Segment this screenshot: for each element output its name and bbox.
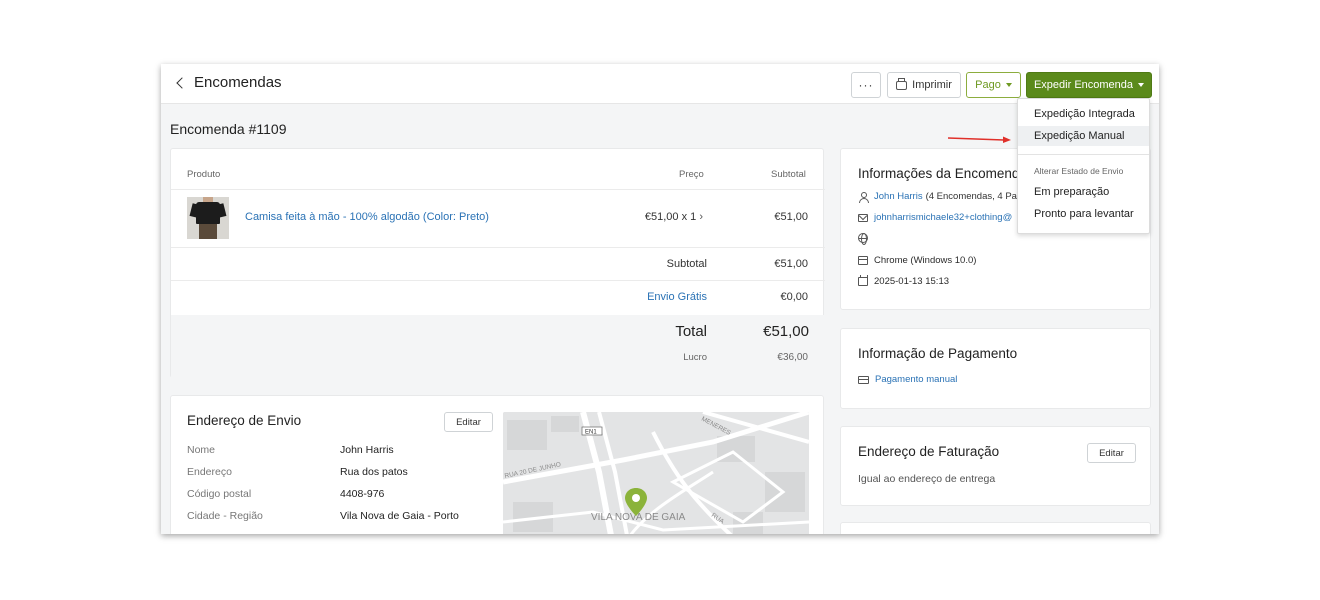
address-value: Rua dos patos	[340, 466, 408, 478]
map-road-badge: EN1	[585, 430, 597, 436]
payment-info-card: Informação de Pagamento Pagamento manual	[840, 328, 1151, 409]
caret-down-icon	[1138, 83, 1145, 87]
billing-title: Endereço de Faturação	[858, 444, 1000, 459]
printer-icon	[896, 77, 908, 90]
billing-address-card: Endereço de Faturação Editar Igual ao en…	[840, 426, 1151, 506]
edit-billing-button[interactable]: Editar	[1087, 443, 1136, 463]
order-info-title: Informações da Encomend	[858, 166, 1020, 181]
payment-method-line: Pagamento manual	[858, 374, 957, 385]
app-window: Encomendas ··· Imprimir Pago Expedir Enc…	[161, 64, 1159, 534]
payment-method-link[interactable]: Pagamento manual	[875, 374, 957, 385]
profit-label: Lucro	[683, 352, 707, 363]
user-icon	[858, 191, 869, 203]
browser-text: Chrome (Windows 10.0)	[874, 255, 977, 266]
shipping-address-title: Endereço de Envio	[187, 413, 302, 428]
price-qty-text: €51,00 x 1	[644, 211, 697, 223]
back-label: Encomendas	[194, 74, 282, 91]
customer-line: John Harris (4 Encomendas, 4 Pa	[858, 191, 1017, 203]
payment-status-dropdown[interactable]: Pago	[966, 72, 1021, 98]
edit-shipping-button[interactable]: Editar	[444, 412, 493, 432]
ship-order-label: Expedir Encomenda	[1033, 79, 1134, 91]
credit-card-icon	[858, 375, 869, 384]
map-city-label: VILA NOVA DE GAIA	[591, 512, 686, 523]
total-label: Total	[675, 323, 707, 340]
column-header-product: Produto	[187, 169, 221, 180]
address-key: Cidade - Região	[187, 510, 263, 522]
payment-info-title: Informação de Pagamento	[858, 346, 1018, 361]
customer-orders-text: (4 Encomendas, 4 Pa	[925, 191, 1017, 202]
shipping-address-card: Endereço de Envio Editar Nome John Harri…	[170, 395, 824, 534]
email-line: johnharrismichaele32+clothing@	[858, 212, 1012, 223]
address-value: John Harris	[340, 444, 394, 456]
totals-section	[171, 315, 825, 379]
caret-down-icon	[1005, 83, 1012, 87]
divider	[171, 247, 825, 248]
address-key: Código postal	[187, 488, 252, 500]
menu-item-manual-shipping[interactable]: Expedição Manual	[1018, 130, 1149, 142]
map-graphic: RUA 20 DE JUNHO MENERES EN1 VILA NOVA DE…	[503, 412, 809, 534]
address-key: Nome	[187, 444, 216, 456]
product-thumbnail[interactable]	[187, 197, 229, 239]
browser-line: Chrome (Windows 10.0)	[858, 255, 976, 266]
profit-value: €36,00	[777, 352, 808, 363]
date-line: 2025-01-13 15:13	[858, 275, 950, 287]
calendar-icon	[858, 275, 868, 286]
ship-order-button[interactable]: Expedir Encomenda	[1026, 72, 1152, 98]
menu-item-integrated-shipping[interactable]: Expedição Integrada	[1018, 108, 1149, 120]
additional-card	[840, 522, 1151, 534]
menu-section-label: Alterar Estado de Envio	[1034, 166, 1124, 176]
customer-link[interactable]: John Harris	[874, 191, 923, 202]
column-header-subtotal: Subtotal	[771, 169, 806, 180]
product-subtotal: €51,00	[774, 211, 808, 223]
subtotal-value: €51,00	[774, 258, 808, 270]
chevron-left-icon	[176, 76, 188, 89]
shipping-link[interactable]: Envio Grátis	[611, 291, 707, 303]
menu-divider	[1018, 154, 1149, 155]
ship-order-menu: Expedição Integrada Expedição Manual Alt…	[1017, 98, 1150, 234]
ip-line	[858, 233, 868, 245]
product-price-qty[interactable]: €51,00 x 1 ›	[621, 211, 703, 223]
divider	[171, 189, 825, 190]
location-map[interactable]: RUA 20 DE JUNHO MENERES EN1 VILA NOVA DE…	[503, 412, 809, 534]
page-title: Encomenda #1109	[170, 121, 287, 137]
print-button[interactable]: Imprimir	[887, 72, 961, 98]
product-link[interactable]: Camisa feita à mão - 100% algodão (Color…	[245, 211, 489, 223]
products-card: Produto Preço Subtotal Camisa feita à mã…	[170, 148, 825, 379]
divider	[171, 280, 825, 281]
menu-item-preparing[interactable]: Em preparação	[1018, 186, 1149, 198]
shipping-value: €0,00	[780, 291, 808, 303]
globe-icon	[858, 233, 868, 245]
chevron-right-icon: ›	[699, 211, 703, 223]
menu-item-ready-pickup[interactable]: Pronto para levantar	[1018, 208, 1149, 220]
more-actions-button[interactable]: ···	[851, 72, 881, 98]
print-label: Imprimir	[912, 79, 952, 91]
mail-icon	[858, 213, 868, 222]
address-value: Vila Nova de Gaia - Porto	[340, 510, 459, 522]
address-value: 4408-976	[340, 488, 385, 500]
address-key: Endereço	[187, 466, 232, 478]
annotation-arrow-icon	[948, 136, 1011, 143]
browser-icon	[858, 256, 868, 265]
email-link[interactable]: johnharrismichaele32+clothing@	[874, 212, 1012, 223]
column-header-price: Preço	[679, 169, 704, 180]
top-bar: Encomendas ··· Imprimir Pago Expedir Enc…	[161, 64, 1159, 104]
payment-status-label: Pago	[975, 79, 1001, 91]
date-text: 2025-01-13 15:13	[874, 276, 950, 287]
total-value: €51,00	[763, 323, 809, 340]
subtotal-label: Subtotal	[666, 258, 707, 270]
back-link[interactable]: Encomendas	[175, 74, 282, 91]
billing-same-text: Igual ao endereço de entrega	[858, 473, 996, 485]
